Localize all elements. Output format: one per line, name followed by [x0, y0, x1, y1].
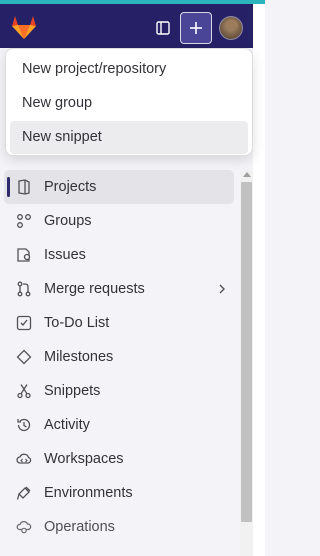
active-indicator — [7, 177, 10, 197]
nav-label: Projects — [44, 179, 97, 195]
nav-item-snippets[interactable]: Snippets — [0, 374, 240, 408]
nav-label: To-Do List — [44, 315, 110, 331]
todo-icon — [16, 315, 32, 331]
user-avatar[interactable] — [219, 16, 243, 40]
workspace-icon — [16, 451, 32, 467]
create-new-button[interactable] — [180, 12, 212, 44]
nav-label: Environments — [44, 485, 133, 501]
nav-label: Activity — [44, 417, 90, 433]
scrollbar-thumb[interactable] — [241, 182, 252, 522]
history-icon — [16, 417, 32, 433]
sidebar-nav: Projects Groups Issues Merge requests To… — [0, 170, 240, 544]
dropdown-item-new-project[interactable]: New project/repository — [10, 53, 248, 86]
nav-item-environments[interactable]: Environments — [0, 476, 240, 510]
nav-item-milestones[interactable]: Milestones — [0, 340, 240, 374]
nav-item-groups[interactable]: Groups — [0, 204, 240, 238]
sidebar-toggle-button[interactable] — [147, 12, 179, 44]
plus-icon — [189, 21, 203, 35]
nav-item-workspaces[interactable]: Workspaces — [0, 442, 240, 476]
nav-label: Operations — [44, 519, 115, 535]
nav-label: Merge requests — [44, 281, 145, 297]
snippet-icon — [16, 383, 32, 399]
create-new-dropdown: New project/repository New group New sni… — [5, 48, 253, 156]
nav-label: Snippets — [44, 383, 101, 399]
nav-item-operations[interactable]: Operations — [0, 510, 240, 544]
project-icon — [16, 179, 32, 195]
sidebar-toggle-icon — [156, 21, 170, 35]
chevron-right-icon — [216, 283, 228, 295]
nav-label: Groups — [44, 213, 92, 229]
nav-item-todo-list[interactable]: To-Do List — [0, 306, 240, 340]
sidebar-scrollbar[interactable] — [240, 170, 253, 556]
top-bar — [0, 4, 253, 48]
milestone-icon — [16, 349, 32, 365]
nav-label: Milestones — [44, 349, 114, 365]
merge-request-icon — [16, 281, 32, 297]
operations-icon — [16, 519, 32, 535]
scroll-up-arrow-icon[interactable] — [243, 172, 251, 177]
dropdown-item-new-group[interactable]: New group — [10, 87, 248, 120]
group-icon — [16, 213, 32, 229]
nav-item-activity[interactable]: Activity — [0, 408, 240, 442]
environment-icon — [16, 485, 32, 501]
nav-item-issues[interactable]: Issues — [0, 238, 240, 272]
nav-label: Issues — [44, 247, 86, 263]
nav-label: Workspaces — [44, 451, 124, 467]
nav-item-projects[interactable]: Projects — [4, 170, 234, 204]
nav-item-merge-requests[interactable]: Merge requests — [0, 272, 240, 306]
gitlab-logo-icon[interactable] — [10, 14, 38, 40]
right-edge-panel — [253, 4, 265, 556]
dropdown-item-new-snippet[interactable]: New snippet — [10, 121, 248, 154]
issues-icon — [16, 247, 32, 263]
